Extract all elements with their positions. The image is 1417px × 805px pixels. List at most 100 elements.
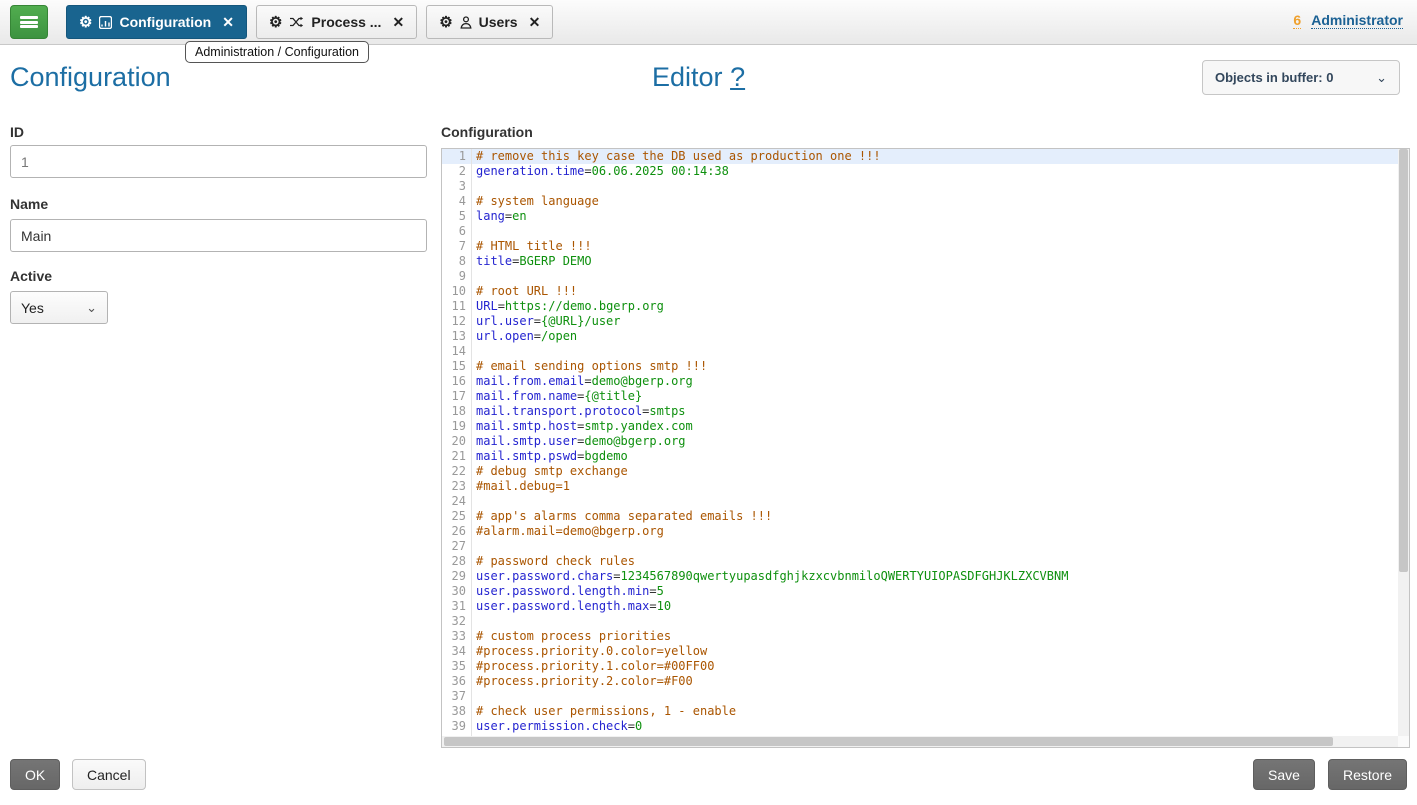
code-line[interactable]: 31user.password.length.max=10 — [442, 599, 1398, 614]
line-content — [472, 494, 483, 509]
line-content: mail.smtp.pswd=bgdemo — [472, 449, 628, 464]
line-number: 15 — [442, 359, 472, 374]
tab-configuration[interactable]: ⚙Configuration✕ — [66, 5, 247, 39]
code-line[interactable]: 30user.password.length.min=5 — [442, 584, 1398, 599]
code-line[interactable]: 21mail.smtp.pswd=bgdemo — [442, 449, 1398, 464]
code-line[interactable]: 19mail.smtp.host=smtp.yandex.com — [442, 419, 1398, 434]
line-content — [472, 689, 483, 704]
code-line[interactable]: 8title=BGERP DEMO — [442, 254, 1398, 269]
line-content: # system language — [472, 194, 599, 209]
id-field[interactable] — [10, 145, 427, 178]
line-number: 17 — [442, 389, 472, 404]
line-number: 14 — [442, 344, 472, 359]
line-number: 38 — [442, 704, 472, 719]
code-line[interactable]: 39user.permission.check=0 — [442, 719, 1398, 734]
vertical-scrollbar[interactable] — [1398, 149, 1409, 736]
line-number: 16 — [442, 374, 472, 389]
current-user-link[interactable]: Administrator — [1311, 12, 1403, 29]
line-number: 11 — [442, 299, 472, 314]
code-line[interactable]: 25# app's alarms comma separated emails … — [442, 509, 1398, 524]
tab-label: Configuration — [119, 14, 211, 30]
line-number: 13 — [442, 329, 472, 344]
editor-title: Editor ? — [652, 62, 745, 93]
code-line[interactable]: 33# custom process priorities — [442, 629, 1398, 644]
code-line[interactable]: 2generation.time=06.06.2025 00:14:38 — [442, 164, 1398, 179]
cancel-button[interactable]: Cancel — [72, 759, 146, 790]
line-number: 31 — [442, 599, 472, 614]
close-icon[interactable]: ✕ — [529, 14, 541, 31]
help-link[interactable]: ? — [730, 62, 745, 92]
line-content: url.user={@URL}/user — [472, 314, 621, 329]
code-line[interactable]: 17mail.from.name={@title} — [442, 389, 1398, 404]
save-button[interactable]: Save — [1253, 759, 1315, 790]
line-content: mail.from.email=demo@bgerp.org — [472, 374, 693, 389]
code-line[interactable]: 26#alarm.mail=demo@bgerp.org — [442, 524, 1398, 539]
tab-process[interactable]: ⚙Process ...✕ — [256, 5, 417, 39]
line-content: user.password.chars=1234567890qwertyupas… — [472, 569, 1068, 584]
code-line[interactable]: 27 — [442, 539, 1398, 554]
objects-in-buffer-dropdown[interactable]: Objects in buffer: 0 ⌄ — [1202, 60, 1400, 95]
hamburger-icon — [20, 16, 38, 28]
code-line[interactable]: 35#process.priority.1.color=#00FF00 — [442, 659, 1398, 674]
code-line[interactable]: 12url.user={@URL}/user — [442, 314, 1398, 329]
line-number: 25 — [442, 509, 472, 524]
line-number: 33 — [442, 629, 472, 644]
code-line[interactable]: 10# root URL !!! — [442, 284, 1398, 299]
line-content: mail.smtp.host=smtp.yandex.com — [472, 419, 693, 434]
code-line[interactable]: 14 — [442, 344, 1398, 359]
line-content: user.password.length.min=5 — [472, 584, 664, 599]
line-number: 34 — [442, 644, 472, 659]
code-line[interactable]: 20mail.smtp.user=demo@bgerp.org — [442, 434, 1398, 449]
code-line[interactable]: 32 — [442, 614, 1398, 629]
line-content: url.open=/open — [472, 329, 577, 344]
code-line[interactable]: 6 — [442, 224, 1398, 239]
close-icon[interactable]: ✕ — [392, 14, 404, 31]
shuffle-icon — [289, 16, 304, 28]
code-line[interactable]: 36#process.priority.2.color=#F00 — [442, 674, 1398, 689]
code-line[interactable]: 18mail.transport.protocol=smtps — [442, 404, 1398, 419]
code-line[interactable]: 4# system language — [442, 194, 1398, 209]
line-number: 3 — [442, 179, 472, 194]
code-line[interactable]: 38# check user permissions, 1 - enable — [442, 704, 1398, 719]
chevron-down-icon: ⌄ — [86, 300, 97, 316]
line-content — [472, 179, 483, 194]
main-menu-button[interactable] — [10, 5, 48, 39]
line-number: 28 — [442, 554, 472, 569]
tab-users[interactable]: ⚙Users✕ — [426, 5, 553, 39]
code-line[interactable]: 1# remove this key case the DB used as p… — [442, 149, 1398, 164]
horizontal-scrollbar[interactable] — [442, 736, 1398, 747]
code-line[interactable]: 37 — [442, 689, 1398, 704]
code-line[interactable]: 7# HTML title !!! — [442, 239, 1398, 254]
close-icon[interactable]: ✕ — [222, 14, 234, 31]
line-number: 30 — [442, 584, 472, 599]
code-line[interactable]: 22# debug smtp exchange — [442, 464, 1398, 479]
name-field[interactable] — [10, 219, 427, 252]
code-line[interactable]: 9 — [442, 269, 1398, 284]
line-number: 1 — [442, 149, 472, 164]
notification-count-link[interactable]: 6 — [1293, 12, 1301, 29]
code-lines[interactable]: 1# remove this key case the DB used as p… — [442, 149, 1398, 736]
code-line[interactable]: 24 — [442, 494, 1398, 509]
code-line[interactable]: 15# email sending options smtp !!! — [442, 359, 1398, 374]
active-select-value: Yes — [21, 300, 44, 316]
code-line[interactable]: 16mail.from.email=demo@bgerp.org — [442, 374, 1398, 389]
code-line[interactable]: 5lang=en — [442, 209, 1398, 224]
page-title: Configuration — [10, 62, 171, 93]
code-line[interactable]: 28# password check rules — [442, 554, 1398, 569]
gear-icon: ⚙ — [439, 15, 452, 30]
code-line[interactable]: 34#process.priority.0.color=yellow — [442, 644, 1398, 659]
code-line[interactable]: 29user.password.chars=1234567890qwertyup… — [442, 569, 1398, 584]
line-content: # root URL !!! — [472, 284, 577, 299]
code-line[interactable]: 11URL=https://demo.bgerp.org — [442, 299, 1398, 314]
code-line[interactable]: 23#mail.debug=1 — [442, 479, 1398, 494]
ok-button[interactable]: OK — [10, 759, 60, 790]
code-line[interactable]: 13url.open=/open — [442, 329, 1398, 344]
active-select[interactable]: Yes ⌄ — [10, 291, 108, 324]
code-line[interactable]: 3 — [442, 179, 1398, 194]
configuration-code-editor[interactable]: 1# remove this key case the DB used as p… — [441, 148, 1410, 748]
line-number: 8 — [442, 254, 472, 269]
gear-icon: ⚙ — [269, 15, 282, 30]
line-number: 36 — [442, 674, 472, 689]
restore-button[interactable]: Restore — [1328, 759, 1407, 790]
line-number: 21 — [442, 449, 472, 464]
